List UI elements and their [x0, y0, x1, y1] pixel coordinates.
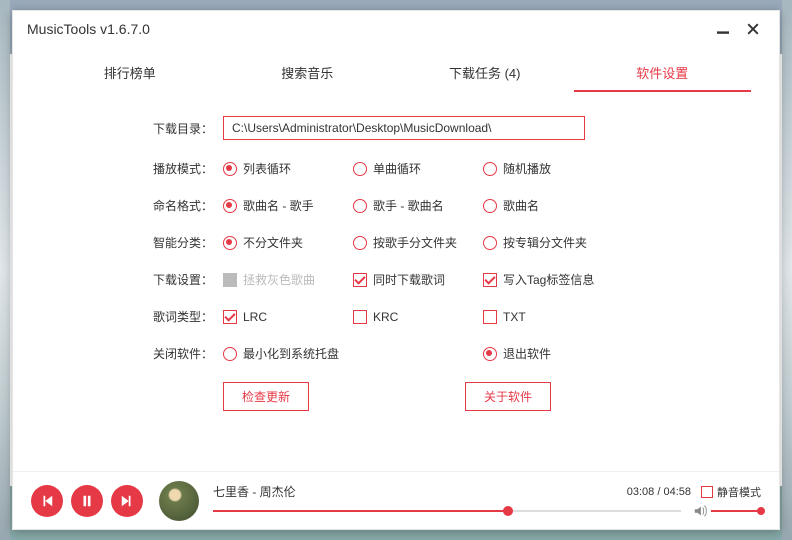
settings-panel: 下载目录： 播放模式： 列表循环 单曲循环 随机播放 命 [13, 92, 779, 471]
naming-song-artist[interactable]: 歌曲名 - 歌手 [223, 197, 353, 214]
download-dir-label: 下载目录： [153, 120, 223, 137]
titlebar: MusicTools v1.6.7.0 [13, 11, 779, 47]
radio-icon [223, 199, 237, 213]
next-button[interactable] [111, 485, 143, 517]
naming-label: 命名格式： [153, 197, 223, 214]
volume-bar[interactable] [711, 510, 761, 512]
progress-bar[interactable] [213, 510, 681, 512]
pause-icon [80, 494, 94, 508]
checkbox-icon [483, 273, 497, 287]
volume-control [693, 504, 761, 518]
sort-none[interactable]: 不分文件夹 [223, 234, 353, 251]
smart-sort-label: 智能分类： [153, 234, 223, 251]
track-time: 03:08 / 04:58 [627, 486, 691, 498]
radio-icon [483, 236, 497, 250]
volume-thumb[interactable] [757, 507, 765, 515]
track-title: 七里香 - 周杰伦 [213, 483, 627, 500]
play-mode-list-loop[interactable]: 列表循环 [223, 160, 353, 177]
checkbox-icon [353, 310, 367, 324]
lyric-lrc[interactable]: LRC [223, 310, 353, 324]
album-art[interactable] [159, 481, 199, 521]
download-dir-input[interactable] [223, 116, 585, 140]
radio-icon [353, 162, 367, 176]
progress-fill [213, 510, 508, 512]
dl-settings-label: 下载设置： [153, 271, 223, 288]
naming-song-only[interactable]: 歌曲名 [483, 197, 613, 214]
prev-button[interactable] [31, 485, 63, 517]
radio-icon [223, 236, 237, 250]
dl-write-tag[interactable]: 写入Tag标签信息 [483, 271, 643, 288]
volume-icon [693, 504, 707, 518]
player-bar: 七里香 - 周杰伦 03:08 / 04:58 静音模式 [13, 471, 779, 529]
tab-bar: 排行榜单 搜索音乐 下载任务 (4) 软件设置 [13, 53, 779, 92]
checkbox-icon [483, 310, 497, 324]
prev-icon [40, 494, 54, 508]
play-mode-single-loop[interactable]: 单曲循环 [353, 160, 483, 177]
checkbox-icon [701, 486, 713, 498]
sort-by-album[interactable]: 按专辑分文件夹 [483, 234, 613, 251]
mute-toggle[interactable]: 静音模式 [701, 484, 761, 500]
pause-button[interactable] [71, 485, 103, 517]
checkbox-icon [223, 273, 237, 287]
sort-by-artist[interactable]: 按歌手分文件夹 [353, 234, 483, 251]
about-button[interactable]: 关于软件 [465, 382, 551, 411]
radio-icon [483, 199, 497, 213]
check-update-button[interactable]: 检查更新 [223, 382, 309, 411]
window-title: MusicTools v1.6.7.0 [27, 21, 705, 37]
close-minimize-tray[interactable]: 最小化到系统托盘 [223, 345, 483, 362]
track-info: 七里香 - 周杰伦 03:08 / 04:58 静音模式 [213, 483, 761, 518]
tab-downloads[interactable]: 下载任务 (4) [396, 53, 574, 92]
play-mode-label: 播放模式： [153, 160, 223, 177]
lyric-krc[interactable]: KRC [353, 310, 483, 324]
naming-artist-song[interactable]: 歌手 - 歌曲名 [353, 197, 483, 214]
minimize-button[interactable] [711, 17, 735, 41]
lyric-type-label: 歌词类型： [153, 308, 223, 325]
tab-settings[interactable]: 软件设置 [574, 53, 752, 92]
play-mode-shuffle[interactable]: 随机播放 [483, 160, 613, 177]
tab-ranking[interactable]: 排行榜单 [41, 53, 219, 92]
radio-icon [223, 347, 237, 361]
checkbox-icon [223, 310, 237, 324]
radio-icon [353, 199, 367, 213]
checkbox-icon [353, 273, 367, 287]
radio-icon [223, 162, 237, 176]
close-button[interactable] [741, 17, 765, 41]
progress-thumb[interactable] [503, 506, 513, 516]
close-action-label: 关闭软件： [153, 345, 223, 362]
tab-search[interactable]: 搜索音乐 [219, 53, 397, 92]
lyric-txt[interactable]: TXT [483, 310, 613, 324]
radio-icon [483, 347, 497, 361]
next-icon [120, 494, 134, 508]
close-exit[interactable]: 退出软件 [483, 345, 613, 362]
dl-lyrics[interactable]: 同时下载歌词 [353, 271, 483, 288]
dl-rescue-gray: 拯救灰色歌曲 [223, 271, 353, 288]
radio-icon [483, 162, 497, 176]
radio-icon [353, 236, 367, 250]
app-window: MusicTools v1.6.7.0 排行榜单 搜索音乐 下载任务 (4) 软… [12, 10, 780, 530]
